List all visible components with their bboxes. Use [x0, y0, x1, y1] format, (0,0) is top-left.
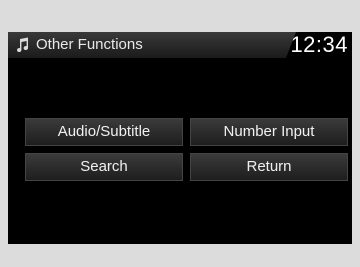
- number-input-button[interactable]: Number Input: [190, 118, 348, 146]
- clock-tab: 12:34: [286, 32, 352, 58]
- search-button[interactable]: Search: [25, 153, 183, 181]
- music-note-icon: [16, 37, 30, 53]
- header-bar: Other Functions 12:34: [8, 32, 352, 58]
- screen: Other Functions 12:34 Audio/Subtitle Num…: [8, 32, 352, 244]
- display-frame: Other Functions 12:34 Audio/Subtitle Num…: [0, 0, 360, 267]
- page-title: Other Functions: [36, 36, 143, 53]
- audio-subtitle-button[interactable]: Audio/Subtitle: [25, 118, 183, 146]
- clock: 12:34: [290, 32, 348, 57]
- return-button[interactable]: Return: [190, 153, 348, 181]
